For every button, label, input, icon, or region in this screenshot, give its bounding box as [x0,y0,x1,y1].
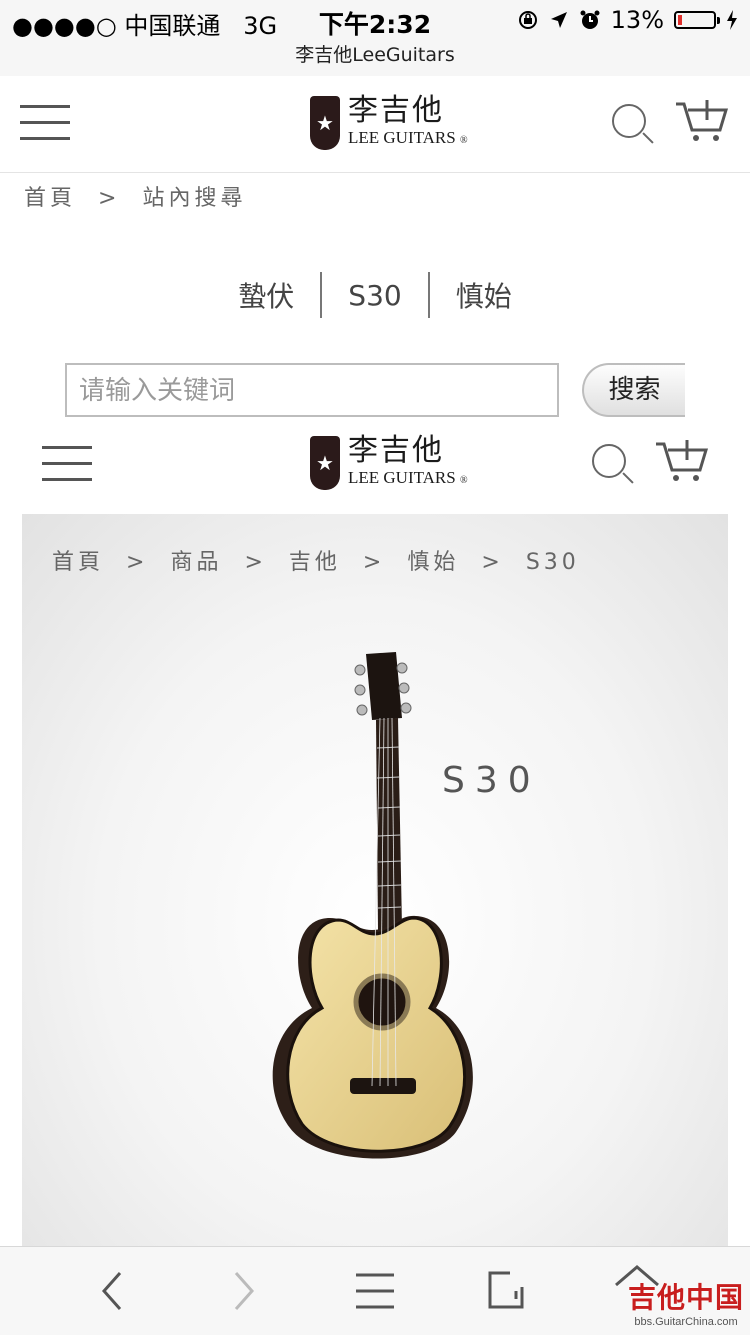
product-tabs: 蟄伏 S30 慎始 [0,272,750,318]
watermark-en: bbs.GuitarChina.com [634,1316,738,1328]
logo-en: LEE GUITARS ® [348,128,468,147]
breadcrumb-guitars[interactable]: 吉他 [289,550,341,575]
breadcrumb-model: S30 [525,550,580,575]
breadcrumb-search[interactable]: 站內搜尋 [142,186,246,211]
breadcrumb: 首頁 > 站內搜尋 [24,180,246,212]
breadcrumb-series[interactable]: 慎始 [407,550,459,575]
watermark: 吉他中国 bbs.GuitarChina.com [628,1276,744,1328]
product-hero: 首頁 > 商品 > 吉他 > 慎始 > S30 S30 [22,514,728,1254]
share-icon[interactable] [486,1269,526,1311]
menu-icon[interactable] [20,105,70,140]
search-icon[interactable] [592,444,626,478]
site-header: ★ 李吉他 LEE GUITARS ® [0,76,750,173]
battery-fill [678,15,682,25]
logo-seal: ★ [310,95,340,150]
guitar-image [272,652,473,1159]
search-input[interactable] [65,363,559,417]
location-arrow-icon [550,12,567,28]
site-logo[interactable]: ★ 李吉他 LEE GUITARS ® [310,94,468,151]
search-icon[interactable] [612,104,646,138]
product-header: ★ 李吉他 LEE GUITARS ® [0,418,750,508]
status-icons: 13% [517,6,738,34]
site-logo[interactable]: ★ 李吉他 LEE GUITARS ® [310,434,468,491]
status-bar: ●●●●○ 中国联通 3G 下午2:32 李吉他LeeGuitars 13% [0,0,750,76]
logo-seal: ★ [310,435,340,490]
product-breadcrumb: 首頁 > 商品 > 吉他 > 慎始 > S30 [52,550,580,575]
battery-icon [674,11,720,29]
breadcrumb-products[interactable]: 商品 [170,550,222,575]
rotation-lock-icon [518,11,537,29]
logo-cn: 李吉他 [348,93,444,128]
cart-icon[interactable] [674,98,730,144]
tab-zhefu[interactable]: 蟄伏 [212,275,320,315]
watermark-cn: 吉他中国 [627,1281,744,1314]
tab-shenshi[interactable]: 慎始 [430,275,538,315]
product-model: S30 [442,760,541,801]
breadcrumb-separator: > [98,186,121,211]
site-title: 李吉他LeeGuitars [295,44,455,66]
charging-bolt-icon [727,10,737,30]
forward-icon[interactable] [230,1269,258,1313]
tab-s30[interactable]: S30 [322,279,427,312]
search-button[interactable]: 搜索 [582,363,685,417]
alarm-icon [580,10,600,29]
breadcrumb-home[interactable]: 首頁 [52,550,104,575]
breadcrumb-home[interactable]: 首頁 [24,186,76,211]
menu-icon[interactable] [42,446,92,481]
menu-icon[interactable] [354,1271,396,1311]
logo-en: LEE GUITARS ® [348,468,468,487]
battery-percent: 13% [610,6,664,34]
back-icon[interactable] [98,1269,126,1313]
cart-icon[interactable] [654,438,710,484]
logo-cn: 李吉他 [348,433,444,468]
